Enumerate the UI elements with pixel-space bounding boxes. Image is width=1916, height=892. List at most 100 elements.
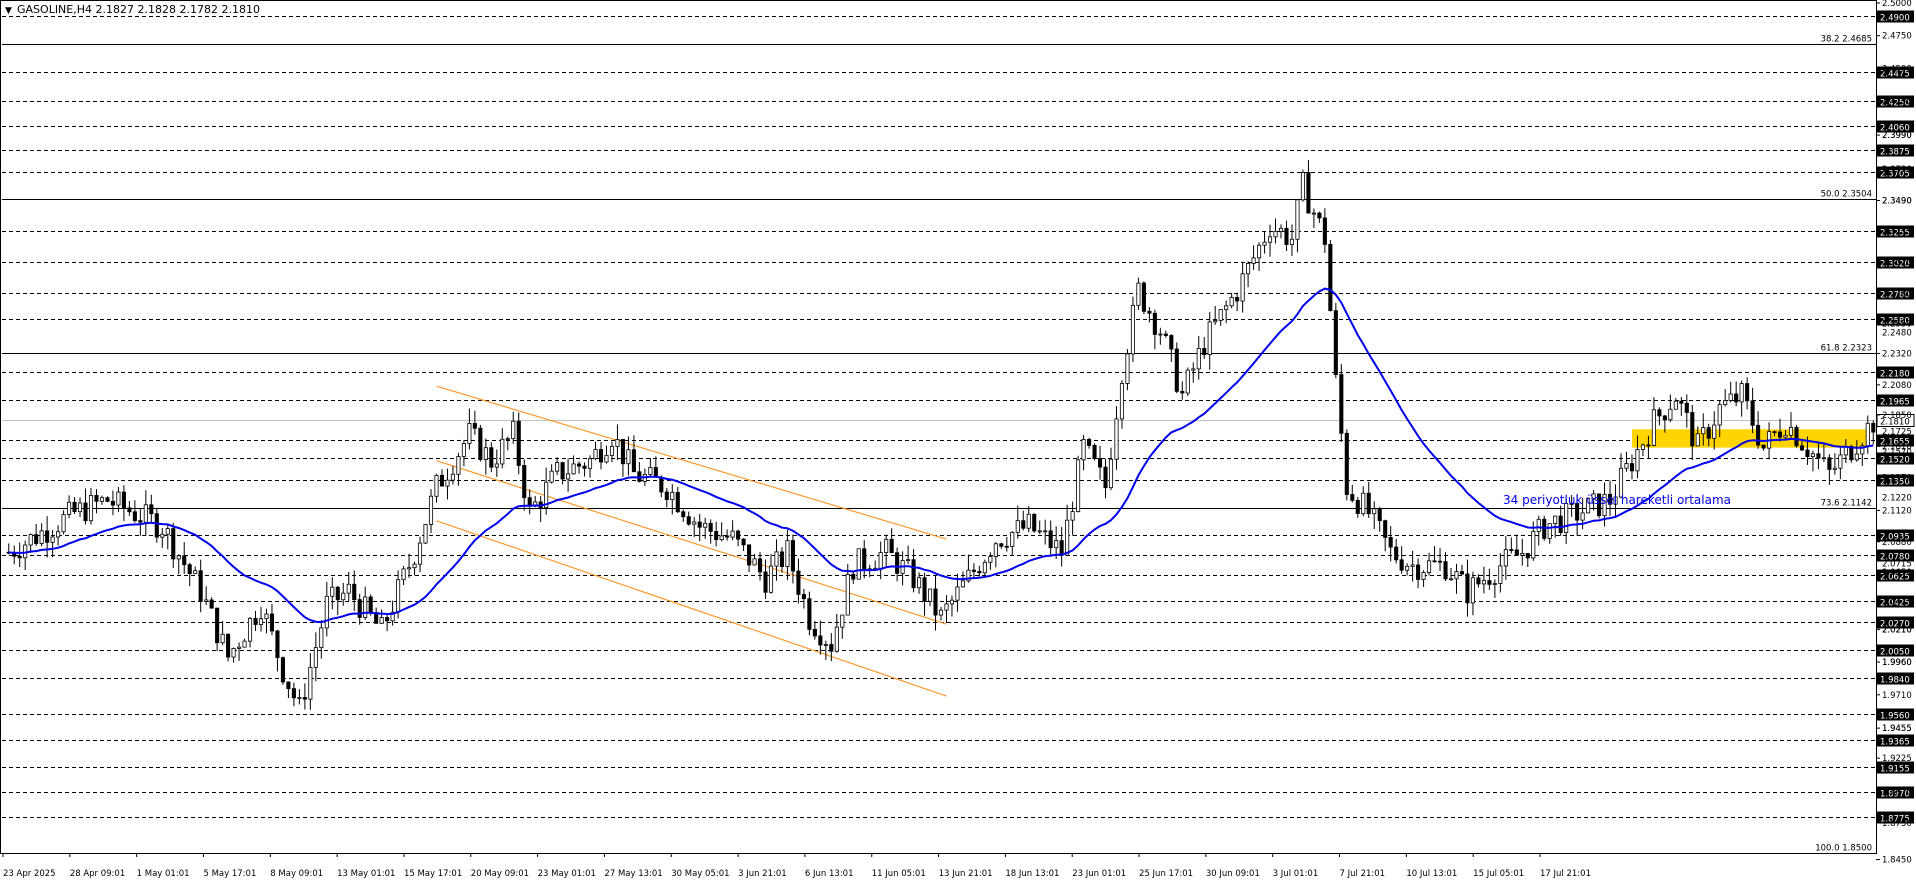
candle-body	[1498, 565, 1503, 584]
candle-body	[971, 569, 976, 572]
candle-body	[593, 449, 598, 460]
candle-body	[461, 443, 466, 457]
fib-level-label: 73.6 2.1142	[1821, 499, 1872, 509]
x-tick-label: 6 Jun 13:01	[805, 869, 854, 879]
candle-body	[1355, 499, 1360, 514]
candle-body	[917, 577, 922, 589]
candle-body	[302, 697, 307, 700]
candle-body	[1037, 530, 1042, 533]
candle-body	[467, 423, 472, 444]
candle-body	[77, 502, 83, 513]
candle-body	[1547, 523, 1552, 539]
candle-body	[949, 599, 955, 605]
candle-body	[1246, 262, 1251, 275]
candle-body	[626, 449, 631, 465]
candle-body	[209, 599, 214, 609]
x-tick-label: 1 May 01:01	[137, 869, 190, 879]
candle-body	[1278, 227, 1284, 232]
candle-body	[1734, 393, 1739, 403]
candle-body	[50, 536, 55, 543]
candle-body	[960, 580, 965, 588]
candle-body	[1838, 454, 1843, 469]
candle-body	[407, 567, 412, 570]
candle-body	[88, 495, 94, 522]
candle-body	[280, 657, 285, 683]
candle-body	[483, 447, 488, 460]
candle-body	[840, 614, 845, 628]
candle-body	[1322, 217, 1327, 245]
level-label: 2.2180	[1880, 370, 1910, 380]
candle-body	[45, 530, 50, 543]
candle-body	[1328, 244, 1333, 312]
candle-body	[1827, 457, 1832, 470]
candle-body	[878, 552, 883, 569]
candle-body	[736, 530, 741, 540]
candle	[1794, 424, 1799, 448]
candle	[856, 548, 861, 580]
price-chart[interactable]: 38.2 2.4685 50.0 2.3504 61.8 2.2323 73.6 2.…	[0, 0, 1916, 888]
candle-body	[555, 462, 560, 472]
candle-body	[708, 522, 713, 532]
candle-body	[1114, 418, 1119, 460]
candle-body	[226, 633, 231, 658]
candle-body	[889, 538, 894, 554]
candle-body	[1092, 444, 1097, 460]
candle-body	[1821, 457, 1826, 460]
candle-body	[604, 454, 609, 463]
candle-body	[1158, 333, 1163, 336]
candle-body	[220, 633, 225, 644]
candle-body	[1350, 494, 1355, 501]
x-tick-label: 30 Jun 09:01	[1206, 869, 1260, 879]
candle-body	[1657, 409, 1662, 417]
candle-body	[308, 666, 313, 700]
candle-body	[357, 599, 362, 618]
candle-body	[494, 463, 499, 468]
y-tick-label: 2.4500	[1882, 64, 1912, 74]
candle-body	[779, 551, 785, 567]
candle-body	[1531, 530, 1536, 559]
candle-body	[1701, 427, 1706, 435]
candle-body	[269, 613, 275, 632]
candle-body	[1141, 282, 1146, 312]
candle-body	[664, 491, 669, 500]
candle-body	[1651, 409, 1656, 446]
candle-body	[1081, 438, 1086, 461]
x-tick-label: 15 Jul 05:01	[1473, 869, 1524, 879]
candle-body	[927, 588, 933, 602]
candle-body	[138, 520, 143, 523]
candle-body	[187, 564, 192, 575]
candle-body	[297, 697, 302, 699]
candle-body	[1410, 564, 1415, 567]
x-tick-label: 25 Jun 17:01	[1139, 869, 1193, 879]
candle-body	[1712, 424, 1717, 439]
candle-body	[988, 556, 993, 563]
candle-body	[631, 449, 636, 473]
candle-body	[121, 491, 126, 509]
candle-body	[1421, 572, 1426, 580]
candle-body	[472, 423, 477, 429]
candle-body	[61, 514, 66, 533]
x-tick-label: 23 May 01:01	[538, 869, 596, 879]
y-tick-label: 2.1120	[1882, 506, 1912, 516]
y-tick-label: 2.3990	[1882, 131, 1912, 141]
candle-body	[1832, 467, 1837, 470]
candle-body	[1865, 422, 1870, 447]
chart-area[interactable]: 38.2 2.4685 50.0 2.3504 61.8 2.2323 73.6 2.…	[0, 0, 1916, 888]
y-tick-label: 2.0880	[1882, 538, 1912, 548]
candle-body	[1761, 444, 1766, 449]
candle	[982, 559, 987, 576]
candle-body	[1470, 577, 1475, 604]
triangle-down-icon[interactable]: ▼	[5, 6, 12, 16]
candle-body	[906, 559, 911, 562]
candle-body	[1026, 513, 1031, 529]
candle-body	[1366, 492, 1371, 515]
y-tick-label: 2.4750	[1882, 32, 1912, 42]
candle-body	[615, 439, 620, 447]
y-tick-label: 1.9960	[1882, 658, 1912, 668]
candle-body	[1251, 257, 1256, 264]
candle-body	[1185, 369, 1190, 394]
candle-body	[335, 586, 340, 601]
candle-body	[204, 599, 209, 602]
level-label: 2.4900	[1880, 14, 1910, 24]
candle-body	[807, 598, 812, 630]
